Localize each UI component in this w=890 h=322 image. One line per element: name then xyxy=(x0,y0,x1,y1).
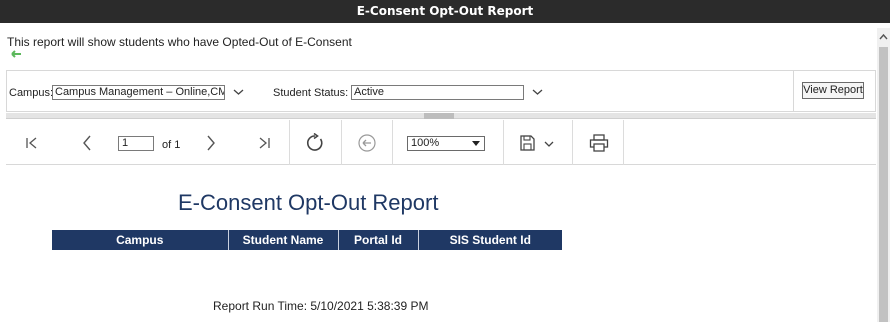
zoom-dropdown-icon xyxy=(472,141,480,146)
column-header-campus: Campus xyxy=(52,230,229,250)
table-header-row: Campus Student Name Portal Id SIS Studen… xyxy=(52,230,562,250)
parameters-panel: Campus: Campus Management – Online,CM St… xyxy=(6,70,876,112)
refresh-icon[interactable] xyxy=(304,120,326,165)
zoom-value: 100% xyxy=(411,137,440,149)
save-icon[interactable] xyxy=(517,120,557,165)
last-page-icon[interactable] xyxy=(255,120,273,165)
scrollbar-thumb[interactable] xyxy=(879,47,888,322)
collapse-handle[interactable] xyxy=(424,113,454,119)
next-page-icon[interactable] xyxy=(204,120,218,165)
column-header-portal-id: Portal Id xyxy=(338,230,419,250)
column-header-sis-student-id: SIS Student Id xyxy=(418,230,562,250)
first-page-icon[interactable] xyxy=(23,120,41,165)
report-title: E-Consent Opt-Out Report xyxy=(178,190,439,215)
toolbar-separator xyxy=(341,120,342,165)
toolbar-separator xyxy=(503,120,504,165)
toolbar-separator xyxy=(289,120,290,165)
zoom-select[interactable]: 100% xyxy=(407,136,485,151)
report-toolbar: 1 of 1 100% xyxy=(6,120,876,165)
campus-chevron-down-icon[interactable] xyxy=(233,88,244,96)
campus-field[interactable]: Campus Management – Online,CM xyxy=(52,85,225,100)
student-status-label: Student Status: xyxy=(273,87,349,99)
toolbar-separator xyxy=(623,120,624,165)
student-status-field[interactable]: Active xyxy=(351,85,524,100)
toolbar-separator xyxy=(392,120,393,165)
view-report-button[interactable]: View Report xyxy=(802,82,864,99)
back-circle-icon[interactable] xyxy=(356,120,378,165)
column-header-student-name: Student Name xyxy=(228,230,339,250)
print-icon[interactable] xyxy=(588,120,610,165)
status-chevron-down-icon[interactable] xyxy=(532,88,543,96)
window-title: E-Consent Opt-Out Report xyxy=(0,0,890,23)
report-table: Campus Student Name Portal Id SIS Studen… xyxy=(52,230,562,250)
back-arrow-icon[interactable] xyxy=(8,50,22,58)
campus-label: Campus: xyxy=(9,87,54,99)
report-run-time: Report Run Time: 5/10/2021 5:38:39 PM xyxy=(213,299,429,313)
page-count: of 1 xyxy=(162,139,181,151)
page-number-input[interactable]: 1 xyxy=(118,136,154,151)
toolbar-separator xyxy=(572,120,573,165)
report-description: This report will show students who have … xyxy=(7,35,352,49)
previous-page-icon[interactable] xyxy=(79,120,95,165)
scroll-up-arrow-icon[interactable] xyxy=(879,33,888,41)
